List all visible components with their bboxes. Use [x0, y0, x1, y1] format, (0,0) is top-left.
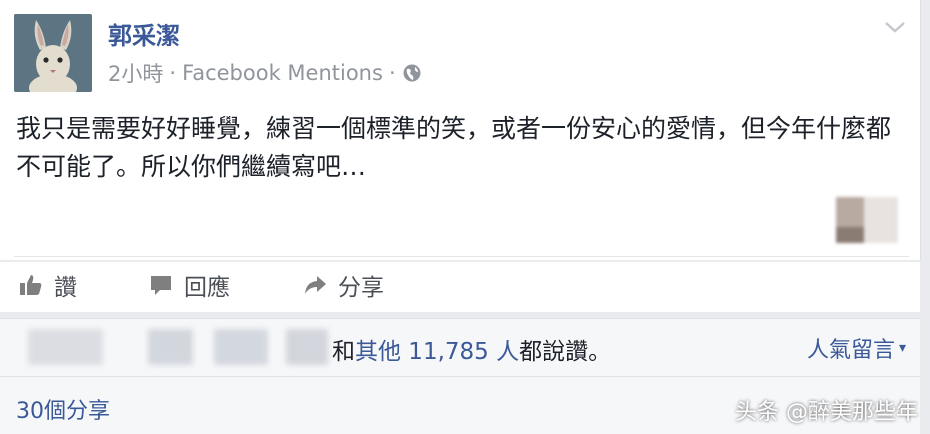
comment-label: 回應: [184, 275, 230, 301]
meta-separator-2: ·: [388, 61, 396, 85]
comment-icon: [151, 276, 171, 295]
author-avatar[interactable]: [14, 14, 92, 92]
likes-summary: 和其他 11,785 人都說讚。 人氣留言 ▾: [0, 318, 920, 377]
post-time[interactable]: 2小時: [108, 58, 163, 88]
post-text: 我只是需要好好睡覺，練習一個標準的笑，或者一份安心的愛情，但今年什麼都不可能了。…: [16, 114, 892, 181]
like-button[interactable]: 讚: [18, 268, 77, 302]
share-button[interactable]: 分享: [302, 268, 384, 302]
likes-text: 和其他 11,785 人都說讚。: [332, 332, 611, 366]
likes-connector: 和: [332, 339, 355, 365]
like-label: 讚: [54, 275, 77, 301]
shares-count-link[interactable]: 30個分享: [16, 393, 110, 425]
divider: [14, 256, 909, 257]
sort-label: 人氣留言: [806, 338, 895, 363]
comment-button[interactable]: 回應: [148, 268, 230, 302]
thumbs-up-icon: [20, 275, 42, 295]
action-bar: 讚 回應 分享: [0, 262, 920, 312]
blurred-liker-names: [28, 329, 328, 365]
chevron-down-icon[interactable]: [884, 20, 906, 34]
globe-icon[interactable]: [402, 63, 422, 83]
watermark: 头条 @醉美那些年: [735, 400, 918, 425]
likes-suffix: 都說讚。: [519, 339, 612, 365]
share-arrow-icon: [305, 276, 326, 294]
meta-separator: ·: [169, 61, 177, 85]
post-card: 郭采潔 2小時 · Facebook Mentions · 我只是需要好好睡覺，…: [0, 0, 921, 260]
others-likes-link[interactable]: 其他 11,785 人: [355, 339, 519, 365]
blurred-thumbnail: [836, 197, 898, 243]
author-name[interactable]: 郭采潔: [108, 16, 180, 51]
post-meta: 2小時 · Facebook Mentions ·: [108, 58, 422, 88]
rabbit-avatar-icon: [14, 14, 92, 92]
post-source[interactable]: Facebook Mentions: [182, 61, 383, 85]
comment-sort-dropdown[interactable]: 人氣留言 ▾: [807, 332, 906, 364]
caret-down-icon: ▾: [898, 340, 906, 356]
share-label: 分享: [338, 275, 384, 301]
